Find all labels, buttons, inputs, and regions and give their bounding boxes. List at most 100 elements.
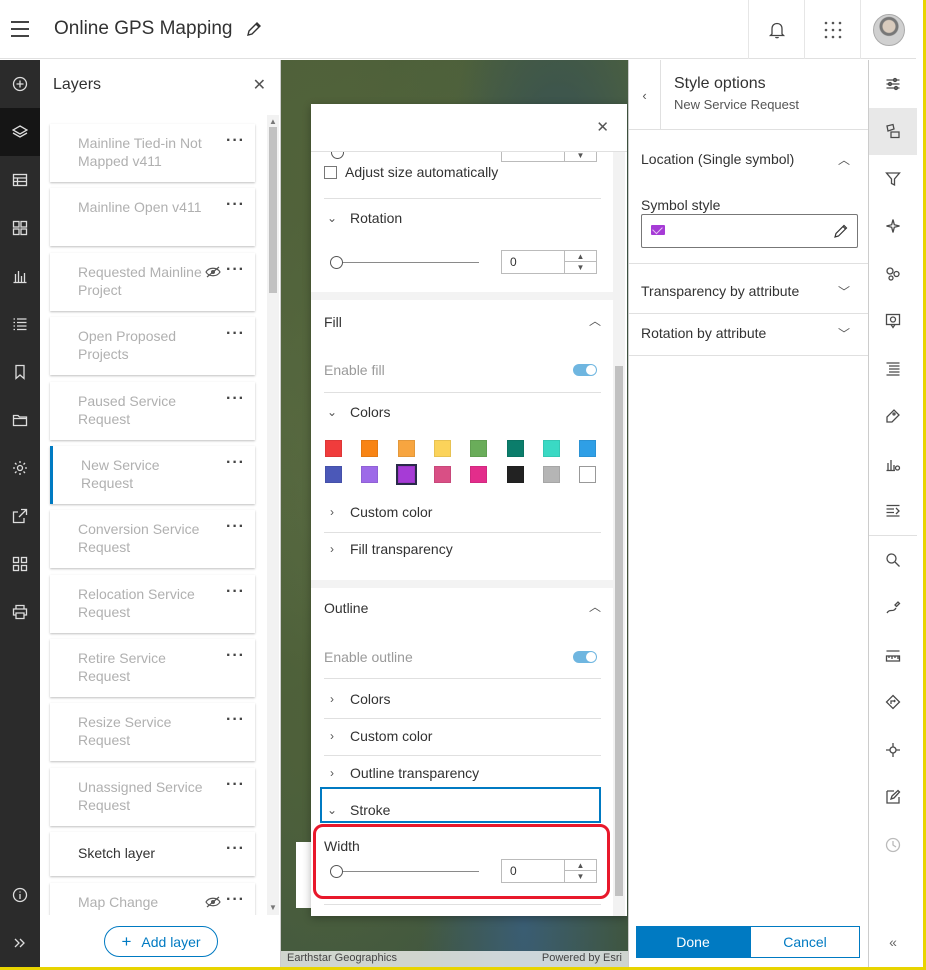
outline-colors-row[interactable]: › Colors [324, 691, 601, 707]
rotation-input[interactable]: 0 ▲ ▼ [501, 250, 597, 274]
open-action[interactable] [0, 396, 40, 444]
layer-item[interactable]: Open Proposed Projects ··· [50, 317, 255, 375]
color-swatch[interactable] [506, 440, 524, 457]
clustering-action[interactable] [869, 250, 917, 298]
layer-options-icon[interactable]: ··· [226, 647, 245, 665]
color-swatch[interactable] [395, 464, 417, 485]
app-launcher-button[interactable] [804, 0, 860, 59]
fill-colors-header[interactable]: ⌄ Colors [324, 404, 601, 420]
close-popover-icon[interactable]: ✕ [596, 118, 609, 136]
user-menu-button[interactable] [860, 0, 916, 59]
outline-custom-color-row[interactable]: › Custom color [324, 728, 601, 744]
chevron-up-icon[interactable]: ︿ [589, 312, 601, 329]
color-swatch[interactable] [470, 466, 488, 483]
symbol-style-field[interactable] [641, 214, 858, 248]
color-swatch[interactable] [470, 440, 488, 457]
labels-action[interactable] [869, 393, 917, 441]
layer-item[interactable]: Mainline Open v411 ··· [50, 188, 255, 246]
settings-action[interactable] [0, 444, 40, 492]
layers-action[interactable] [0, 108, 40, 156]
location-action[interactable] [869, 726, 917, 774]
add-action[interactable] [0, 60, 40, 108]
forms-action[interactable] [869, 488, 917, 536]
charts-properties-action[interactable] [869, 440, 917, 488]
widgets-action[interactable] [0, 204, 40, 252]
popups-action[interactable] [869, 298, 917, 346]
color-swatch[interactable] [579, 466, 597, 483]
info-action[interactable] [0, 871, 40, 919]
filter-action[interactable] [869, 155, 917, 203]
custom-color-row[interactable]: › Custom color [324, 504, 601, 520]
layer-options-icon[interactable]: ··· [226, 196, 245, 214]
color-swatch[interactable] [361, 466, 379, 483]
layer-item[interactable]: Map Change Request ··· [50, 883, 255, 915]
adjust-size-checkbox[interactable] [324, 165, 337, 179]
popover-scroll-thumb[interactable] [615, 366, 623, 896]
bookmarks-action[interactable] [0, 348, 40, 396]
share-action[interactable] [0, 492, 40, 540]
layer-item[interactable]: Relocation Service Request ··· [50, 575, 255, 633]
color-swatch[interactable] [506, 466, 524, 483]
rotation-header[interactable]: ⌄ Rotation [324, 210, 601, 226]
charts-action[interactable] [0, 252, 40, 300]
back-chevron-icon[interactable]: ‹ [629, 60, 661, 130]
color-swatch[interactable] [579, 440, 597, 457]
print-action[interactable] [0, 588, 40, 636]
color-swatch[interactable] [325, 466, 342, 483]
color-swatch[interactable] [433, 466, 451, 483]
layer-options-icon[interactable]: ··· [226, 583, 245, 601]
layer-options-icon[interactable]: ··· [226, 390, 245, 408]
color-swatch[interactable] [397, 440, 415, 457]
close-layers-icon[interactable]: ✕ [253, 75, 266, 95]
layer-item[interactable]: Paused Service Request ··· [50, 382, 255, 440]
apps-action[interactable] [0, 540, 40, 588]
layer-options-icon[interactable]: ··· [226, 518, 245, 536]
sketch-action[interactable] [869, 584, 917, 632]
fields-action[interactable] [869, 345, 917, 393]
color-swatch[interactable] [325, 440, 342, 457]
effects-action[interactable] [869, 203, 917, 251]
layer-item[interactable]: Conversion Service Request ··· [50, 510, 255, 568]
color-swatch[interactable] [433, 440, 451, 457]
transparency-by-attribute-row[interactable]: Transparency by attribute ﹀ [629, 283, 868, 299]
size-slider-knob[interactable] [331, 152, 344, 159]
notifications-button[interactable] [748, 0, 804, 59]
cancel-button[interactable]: Cancel [750, 926, 860, 958]
properties-action[interactable] [869, 60, 917, 108]
outline-section-title[interactable]: Outline [324, 600, 368, 616]
search-action[interactable] [869, 536, 917, 584]
layer-item[interactable]: Unassigned Service Request ··· [50, 768, 255, 826]
chevron-up-icon[interactable]: ︿ [589, 598, 601, 615]
layer-item[interactable]: Retire Service Request ··· [50, 639, 255, 697]
styles-action[interactable] [869, 107, 917, 155]
color-swatch[interactable] [542, 440, 560, 457]
layer-options-icon[interactable]: ··· [226, 325, 245, 343]
tables-action[interactable] [0, 156, 40, 204]
edit-action[interactable] [869, 774, 917, 822]
rotation-by-attribute-row[interactable]: Rotation by attribute ﹀ [629, 325, 868, 341]
layer-options-icon[interactable]: ··· [226, 711, 245, 729]
fill-section-title[interactable]: Fill [324, 314, 342, 330]
time-action[interactable] [869, 821, 917, 869]
pencil-icon[interactable] [833, 223, 849, 239]
layer-item[interactable]: Requested Mainline Project ··· [50, 253, 255, 311]
edit-title-pencil-icon[interactable] [245, 20, 263, 38]
layer-item-selected[interactable]: New Service Request ··· [50, 446, 255, 504]
layer-item[interactable]: Mainline Tied-in Not Mapped v411 ··· [50, 124, 255, 182]
layer-options-icon[interactable]: ··· [226, 776, 245, 794]
layer-options-icon[interactable]: ··· [226, 840, 245, 858]
outline-transparency-row[interactable]: › Outline transparency [324, 765, 601, 781]
color-swatch[interactable] [542, 466, 560, 483]
layer-options-icon[interactable]: ··· [226, 261, 245, 279]
measurement-action[interactable] [869, 631, 917, 679]
layer-item[interactable]: Resize Service Request ··· [50, 703, 255, 761]
collapse-right-bar-icon[interactable]: « [869, 926, 917, 958]
enable-fill-toggle[interactable] [573, 364, 597, 376]
fill-transparency-row[interactable]: › Fill transparency [324, 541, 601, 557]
rotation-slider-knob[interactable] [330, 256, 343, 269]
enable-outline-toggle[interactable] [573, 651, 597, 663]
scroll-down-arrow-icon[interactable]: ▼ [268, 903, 278, 913]
rotation-slider-track[interactable] [331, 262, 479, 263]
eye-icon[interactable] [205, 896, 221, 908]
legend-action[interactable] [0, 300, 40, 348]
